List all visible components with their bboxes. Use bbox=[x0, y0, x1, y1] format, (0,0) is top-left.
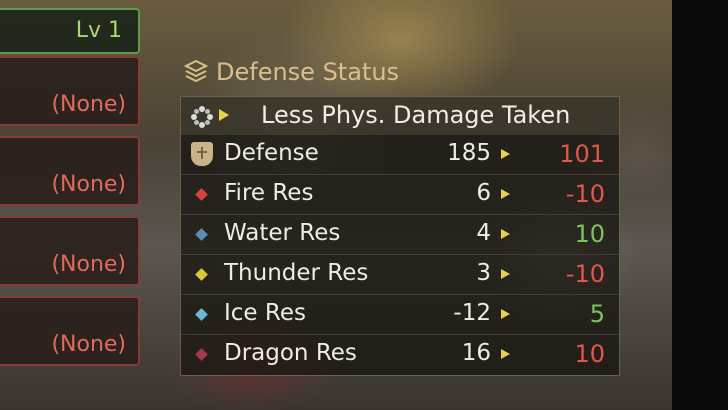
skill-decoration-icon bbox=[191, 106, 213, 128]
fire-icon bbox=[195, 188, 208, 201]
arrow-right-icon bbox=[501, 309, 510, 319]
stat-new-value: 101 bbox=[559, 140, 605, 168]
stat-row-defense: Defense 185 101 bbox=[181, 135, 619, 175]
level-slot[interactable]: Lv 1 bbox=[0, 8, 140, 54]
stat-label: Water Res bbox=[224, 220, 341, 246]
stat-label: Fire Res bbox=[224, 180, 314, 206]
defense-status-panel: Less Phys. Damage Taken Defense 185 101 … bbox=[180, 96, 620, 376]
water-icon bbox=[195, 228, 208, 241]
stat-row-dragon: Dragon Res 16 10 bbox=[181, 335, 619, 375]
stat-row-thunder: Thunder Res 3 -10 bbox=[181, 255, 619, 295]
skill-header-row: Less Phys. Damage Taken bbox=[181, 97, 619, 135]
stat-base-value: 4 bbox=[476, 220, 491, 246]
stat-base-value: 3 bbox=[476, 260, 491, 286]
stat-label: Dragon Res bbox=[224, 340, 357, 366]
stat-row-ice: Ice Res -12 5 bbox=[181, 295, 619, 335]
stat-base-value: 185 bbox=[447, 140, 491, 166]
stat-new-value: -10 bbox=[565, 180, 605, 208]
shield-icon bbox=[191, 142, 213, 166]
skill-name: Less Phys. Damage Taken bbox=[261, 101, 571, 129]
stat-base-value: 16 bbox=[461, 340, 491, 366]
arrow-right-icon bbox=[501, 349, 510, 359]
arrow-right-icon bbox=[501, 189, 510, 199]
stat-row-fire: Fire Res 6 -10 bbox=[181, 175, 619, 215]
arrow-right-icon bbox=[219, 109, 229, 121]
dragon-icon bbox=[195, 348, 208, 361]
stat-new-value: 10 bbox=[574, 220, 605, 248]
level-label: Lv 1 bbox=[75, 18, 122, 43]
panel-title: Defense Status bbox=[216, 58, 400, 86]
arrow-right-icon bbox=[501, 149, 510, 159]
stat-label: Ice Res bbox=[224, 300, 306, 326]
slot-label: (None) bbox=[51, 92, 126, 117]
stat-new-value: 10 bbox=[574, 340, 605, 368]
stat-base-value: 6 bbox=[476, 180, 491, 206]
letterbox-bar bbox=[672, 0, 728, 410]
stat-label: Thunder Res bbox=[224, 260, 369, 286]
slot-label: (None) bbox=[51, 252, 126, 277]
stat-new-value: -10 bbox=[565, 260, 605, 288]
defense-status-icon bbox=[183, 59, 209, 83]
stat-label: Defense bbox=[224, 140, 319, 166]
decoration-slot[interactable]: (None) bbox=[0, 56, 140, 126]
arrow-right-icon bbox=[501, 229, 510, 239]
thunder-icon bbox=[195, 268, 208, 281]
stat-new-value: 5 bbox=[589, 300, 605, 328]
stat-base-value: -12 bbox=[453, 300, 491, 326]
decoration-slot[interactable]: (None) bbox=[0, 296, 140, 366]
slot-label: (None) bbox=[51, 332, 126, 357]
slot-label: (None) bbox=[51, 172, 126, 197]
decoration-slot[interactable]: (None) bbox=[0, 136, 140, 206]
stat-row-water: Water Res 4 10 bbox=[181, 215, 619, 255]
ice-icon bbox=[195, 308, 208, 321]
decoration-slot[interactable]: (None) bbox=[0, 216, 140, 286]
arrow-right-icon bbox=[501, 269, 510, 279]
